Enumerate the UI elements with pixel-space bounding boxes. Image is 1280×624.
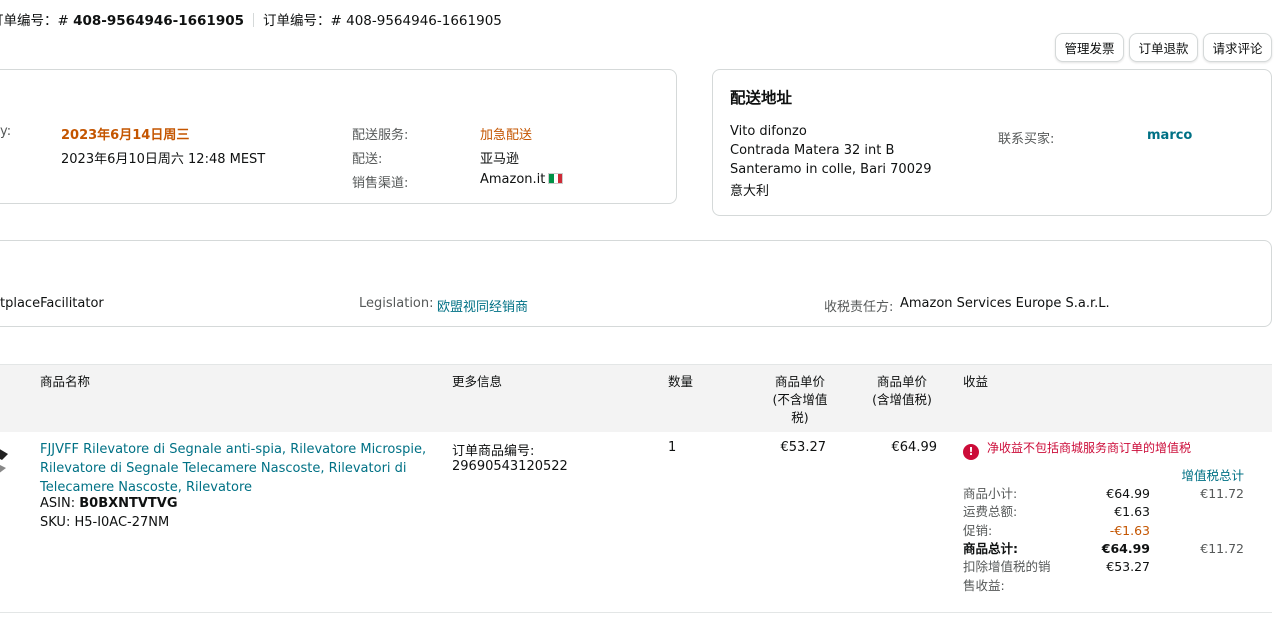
sku-value: H5-I0AC-27NM xyxy=(74,515,170,530)
col-unit-price-excl-line1: 商品单价 xyxy=(774,374,825,389)
promo-label: 促销: xyxy=(963,523,993,538)
contact-buyer-link[interactable]: marco xyxy=(1147,128,1192,143)
col-unit-price-excl-line2: (不含增值 xyxy=(772,392,828,407)
order-id2: # 408-9564946-1661905 xyxy=(330,13,502,29)
address-line2: Santeramo in colle, Bari 70029 xyxy=(730,162,932,177)
promo-value: -€1.63 xyxy=(1109,523,1150,538)
sales-channel-value: Amazon.it xyxy=(480,172,546,187)
order-id-label: 订单编号： xyxy=(0,13,58,29)
subtotal-value: €64.99 xyxy=(1106,486,1150,501)
col-unit-price-excl: 商品单价 (不含增值 税) xyxy=(760,373,840,427)
net-proceeds-value: €53.27 xyxy=(1106,559,1150,574)
items-table-header: 商品名称 更多信息 数量 商品单价 (不含增值 税) 商品单价 (含增值税) 收… xyxy=(0,364,1272,432)
divider xyxy=(253,13,255,27)
asin-value: B0BXNTVTVG xyxy=(79,496,178,511)
sales-channel: Amazon.it xyxy=(480,172,564,187)
sku-row: SKU: H5-I0AC-27NM xyxy=(40,515,169,530)
italy-flag-icon xyxy=(548,173,564,184)
col-product-name: 商品名称 xyxy=(40,374,91,389)
col-quantity: 数量 xyxy=(668,374,694,389)
col-more-info: 更多信息 xyxy=(452,374,503,389)
product-thumbnail[interactable] xyxy=(0,442,10,476)
net-proceeds-label-line2: 售收益: xyxy=(963,577,1005,593)
order-id-line: 订单编号：# 408-9564946-1661905订单编号：# 408-956… xyxy=(0,9,502,29)
shipping-total-label: 运费总额: xyxy=(963,504,1018,519)
address-country: 意大利 xyxy=(730,184,770,199)
manage-invoice-button[interactable]: 管理发票 xyxy=(1055,33,1124,62)
product-image-icon xyxy=(0,449,8,473)
shipping-service-value: 加急配送 xyxy=(480,128,533,143)
col-unit-price-incl: 商品单价 (含增值税) xyxy=(862,373,942,409)
product-title-line1: FJJVFF Rilevatore di Segnale anti-spia, … xyxy=(40,442,427,457)
col-proceeds: 收益 xyxy=(963,374,989,389)
tax-model-value: tplaceFacilitator xyxy=(0,296,104,311)
deliver-by-label: y: xyxy=(0,124,12,139)
purchase-date: 2023年6月10日周六 12:48 MEST xyxy=(61,152,266,167)
col-unit-price-incl-line2: (含增值税) xyxy=(872,392,932,407)
net-proceeds-label: 扣除增值税的销 售收益: xyxy=(963,558,1051,595)
alert-icon: ! xyxy=(963,444,979,460)
shipping-address-title: 配送地址 xyxy=(730,89,793,107)
item-quantity: 1 xyxy=(668,440,677,455)
recipient-name: Vito difonzo xyxy=(730,124,807,139)
sku-label: SKU: xyxy=(40,515,71,530)
grand-total-value: €64.99 xyxy=(1101,541,1150,556)
col-unit-price-incl-line1: 商品单价 xyxy=(876,374,927,389)
tax-info-card xyxy=(0,240,1272,327)
grand-total-vat: €11.72 xyxy=(1200,541,1244,556)
shipping-total-value: €1.63 xyxy=(1114,504,1150,519)
shipping-service-label: 配送服务: xyxy=(352,128,409,143)
subtotal-label: 商品小计: xyxy=(963,486,1018,501)
asin-label: ASIN: xyxy=(40,496,76,511)
request-review-button[interactable]: 请求评论 xyxy=(1203,33,1272,62)
order-id-prefix: # xyxy=(57,13,74,29)
tax-collector-label: 收税责任方: xyxy=(824,300,894,315)
order-id: 408-9564946-1661905 xyxy=(73,13,245,29)
net-proceeds-label-line1: 扣除增值税的销 xyxy=(963,559,1051,574)
tax-collector-value: Amazon Services Europe S.a.r.L. xyxy=(900,296,1110,311)
asin-row: ASIN: B0BXNTVTVG xyxy=(40,496,178,511)
subtotal-vat: €11.72 xyxy=(1200,486,1244,501)
product-title-line2: Rilevatore di Segnale Telecamere Nascost… xyxy=(40,461,407,476)
col-unit-price-excl-line3: 税) xyxy=(791,410,809,425)
contact-buyer-label: 联系买家: xyxy=(998,132,1055,147)
vat-total-header: 增值税总计 xyxy=(1181,468,1244,483)
row-divider xyxy=(0,612,1272,613)
order-id2-label: 订单编号： xyxy=(263,13,331,29)
refund-order-button[interactable]: 订单退款 xyxy=(1129,33,1198,62)
fulfillment-label: 配送: xyxy=(352,152,383,167)
order-item-id: 29690543120522 xyxy=(452,459,568,474)
legislation-label: Legislation: xyxy=(359,296,434,311)
address-line1: Contrada Matera 32 int B xyxy=(730,143,895,158)
sales-channel-label: 销售渠道: xyxy=(352,176,409,191)
vat-warning-text: 净收益不包括商城服务商订单的增值税 xyxy=(987,441,1192,455)
vat-warning: ! 净收益不包括商城服务商订单的增值税 xyxy=(963,439,1191,460)
unit-price-incl: €64.99 xyxy=(891,440,938,455)
order-item-label: 订单商品编号: xyxy=(452,444,535,459)
legislation-link[interactable]: 欧盟视同经销商 xyxy=(437,296,528,315)
fulfillment-value: 亚马逊 xyxy=(480,152,520,167)
product-title-line3: Telecamere Nascoste, Rilevatore xyxy=(40,480,253,495)
grand-total-label: 商品总计: xyxy=(963,541,1018,556)
unit-price-excl: €53.27 xyxy=(780,440,827,455)
deliver-by-value: 2023年6月14日周三 xyxy=(61,128,190,143)
product-title-link[interactable]: FJJVFF Rilevatore di Segnale anti-spia, … xyxy=(40,440,426,497)
